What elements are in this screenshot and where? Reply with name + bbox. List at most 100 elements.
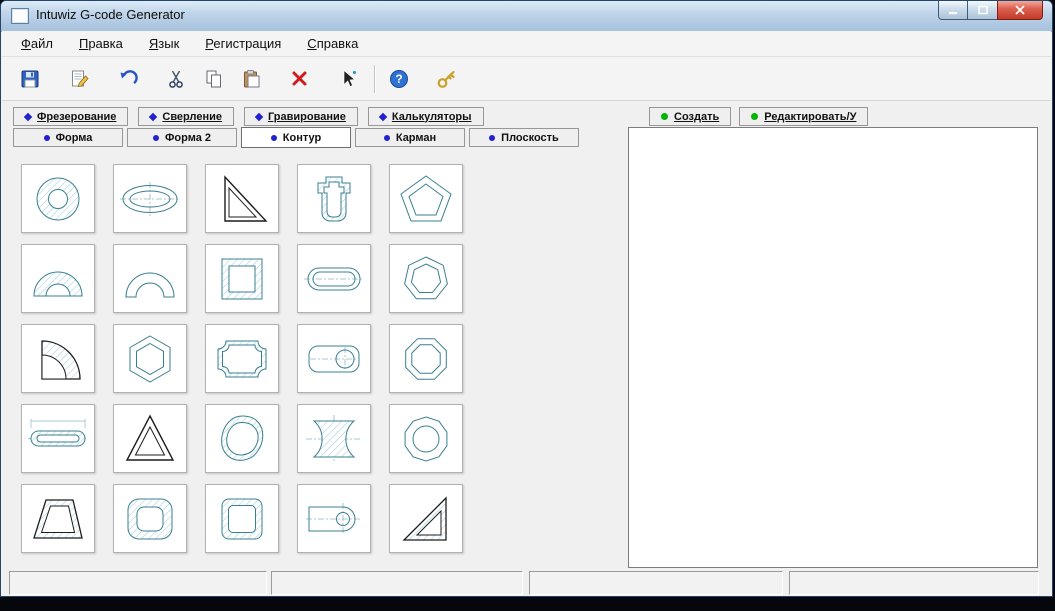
minimize-button[interactable] bbox=[938, 1, 968, 20]
pentagon-thumbnail-icon bbox=[400, 174, 452, 221]
tab-calculators[interactable]: Калькуляторы bbox=[367, 107, 484, 126]
app-icon bbox=[11, 8, 29, 24]
quarter-ring-thumbnail-icon bbox=[41, 339, 81, 380]
menu-bar: Файл Правка Язык Регистрация Справка bbox=[2, 31, 1051, 57]
blue-diamond-icon bbox=[378, 112, 388, 121]
shape-trapezoid[interactable] bbox=[21, 484, 95, 553]
shape-right-triangle[interactable] bbox=[205, 164, 279, 233]
shape-decagon[interactable] bbox=[389, 404, 463, 473]
right-triangle-thumbnail-icon bbox=[224, 174, 268, 222]
tab-plane[interactable]: Плоскость bbox=[469, 128, 579, 147]
shape-hexagon[interactable] bbox=[113, 324, 187, 393]
octagon-thumbnail-icon bbox=[405, 337, 447, 380]
close-button[interactable] bbox=[997, 1, 1043, 20]
pointer-icon bbox=[343, 69, 357, 87]
thin-slot-thumbnail-icon bbox=[28, 418, 88, 446]
shape-square-frame[interactable] bbox=[205, 244, 279, 313]
hexagon-thumbnail-icon bbox=[129, 334, 171, 383]
shape-triangle[interactable] bbox=[113, 404, 187, 473]
tab-shape-2[interactable]: Форма 2 bbox=[127, 128, 237, 147]
titlebar[interactable]: Intuwiz G-code Generator bbox=[1, 1, 1052, 32]
tab-shape[interactable]: Форма bbox=[13, 128, 123, 147]
shape-ellipse[interactable] bbox=[113, 164, 187, 233]
action-tabs: Создать Редактировать/У bbox=[649, 107, 869, 126]
tab-label: Редактировать/У bbox=[764, 110, 857, 123]
shape-octagon[interactable] bbox=[389, 324, 463, 393]
shape-ring[interactable] bbox=[21, 164, 95, 233]
menu-item-edit[interactable]: Правка bbox=[66, 32, 136, 55]
shape-tabbed-plate[interactable] bbox=[297, 164, 371, 233]
plaque-thumbnail-icon bbox=[217, 340, 267, 377]
shape-pentagon[interactable] bbox=[389, 164, 463, 233]
toolbar-pointer-button[interactable] bbox=[330, 62, 366, 96]
menu-item-file[interactable]: Файл bbox=[8, 32, 66, 55]
shape-heptagon[interactable] bbox=[389, 244, 463, 313]
maximize-button[interactable] bbox=[968, 1, 997, 20]
toolbar-undo-button[interactable] bbox=[110, 62, 146, 96]
tab-label: Фрезерование bbox=[37, 110, 117, 123]
square-frame-thumbnail-icon bbox=[221, 258, 263, 299]
toolbar: ? bbox=[2, 57, 1051, 101]
triangle-thumbnail-icon bbox=[125, 413, 175, 461]
status-panel-2 bbox=[271, 571, 523, 595]
rounded-slot-thumbnail-icon bbox=[308, 345, 360, 372]
tab-pocket[interactable]: Карман bbox=[355, 128, 465, 147]
blue-dot-icon bbox=[43, 134, 50, 141]
maximize-icon bbox=[977, 5, 988, 15]
toolbar-copy-button[interactable] bbox=[196, 62, 232, 96]
menu-item-language[interactable]: Язык bbox=[136, 32, 192, 55]
toolbar-help-button[interactable]: ? bbox=[381, 62, 417, 96]
shape-half-ring[interactable] bbox=[21, 244, 95, 313]
shape-quarter-ring[interactable] bbox=[21, 324, 95, 393]
status-bar bbox=[1, 571, 1052, 595]
toolbar-delete-button[interactable] bbox=[282, 62, 318, 96]
shape-blob[interactable] bbox=[205, 404, 279, 473]
shape-right-triangle-2[interactable] bbox=[389, 484, 463, 553]
shape-spool[interactable] bbox=[297, 404, 371, 473]
toolbar-edit-button[interactable] bbox=[62, 62, 98, 96]
tab-create[interactable]: Создать bbox=[649, 107, 732, 126]
edit-icon bbox=[72, 70, 89, 87]
tab-contour[interactable]: Контур bbox=[241, 127, 351, 148]
window-title: Intuwiz G-code Generator bbox=[36, 7, 185, 22]
blue-dot-icon bbox=[270, 134, 277, 141]
heptagon-thumbnail-icon bbox=[404, 255, 448, 299]
tab-drilling[interactable]: Сверление bbox=[138, 107, 234, 126]
ring-thumbnail-icon bbox=[36, 177, 80, 220]
tabbed-plate-thumbnail-icon bbox=[317, 176, 351, 221]
menu-item-help[interactable]: Справка bbox=[294, 32, 371, 55]
status-panel-4 bbox=[789, 571, 1039, 595]
toolbar-paste-button[interactable] bbox=[234, 62, 270, 96]
shape-arch[interactable] bbox=[113, 244, 187, 313]
menu-item-registration[interactable]: Регистрация bbox=[192, 32, 294, 55]
tab-milling[interactable]: Фрезерование bbox=[13, 107, 129, 126]
shape-rounded-slot[interactable] bbox=[297, 324, 371, 393]
subcategory-tabs: Форма Форма 2 Контур Карман Плоскость bbox=[13, 127, 579, 148]
toolbar-save-button[interactable] bbox=[12, 62, 48, 96]
window-controls bbox=[938, 1, 1043, 20]
ellipse-thumbnail-icon bbox=[120, 181, 180, 216]
tab-engraving[interactable]: Гравирование bbox=[243, 107, 358, 126]
status-panel-3 bbox=[529, 571, 783, 595]
rounded-frame-thumbnail-icon bbox=[127, 498, 173, 539]
status-panel-1 bbox=[9, 571, 267, 595]
blue-diamond-icon bbox=[23, 112, 33, 121]
tab-edit-delete[interactable]: Редактировать/У bbox=[739, 107, 869, 126]
toolbar-key-button[interactable] bbox=[429, 62, 465, 96]
trapezoid-thumbnail-icon bbox=[33, 498, 83, 539]
undo-icon bbox=[120, 69, 138, 84]
toolbar-separator bbox=[374, 64, 375, 93]
minimize-icon bbox=[949, 12, 957, 15]
key-icon bbox=[437, 70, 455, 88]
shape-rounded-frame[interactable] bbox=[113, 484, 187, 553]
shape-plaque[interactable] bbox=[205, 324, 279, 393]
shape-oval-slot[interactable] bbox=[297, 244, 371, 313]
shape-keyhole-slot[interactable] bbox=[297, 484, 371, 553]
close-icon bbox=[1015, 5, 1025, 15]
tab-label: Создать bbox=[674, 110, 720, 123]
keyhole-slot-thumbnail-icon bbox=[306, 502, 362, 535]
shape-rounded-square[interactable] bbox=[205, 484, 279, 553]
toolbar-cut-button[interactable] bbox=[158, 62, 194, 96]
svg-text:?: ? bbox=[395, 72, 402, 86]
shape-thin-slot[interactable] bbox=[21, 404, 95, 473]
